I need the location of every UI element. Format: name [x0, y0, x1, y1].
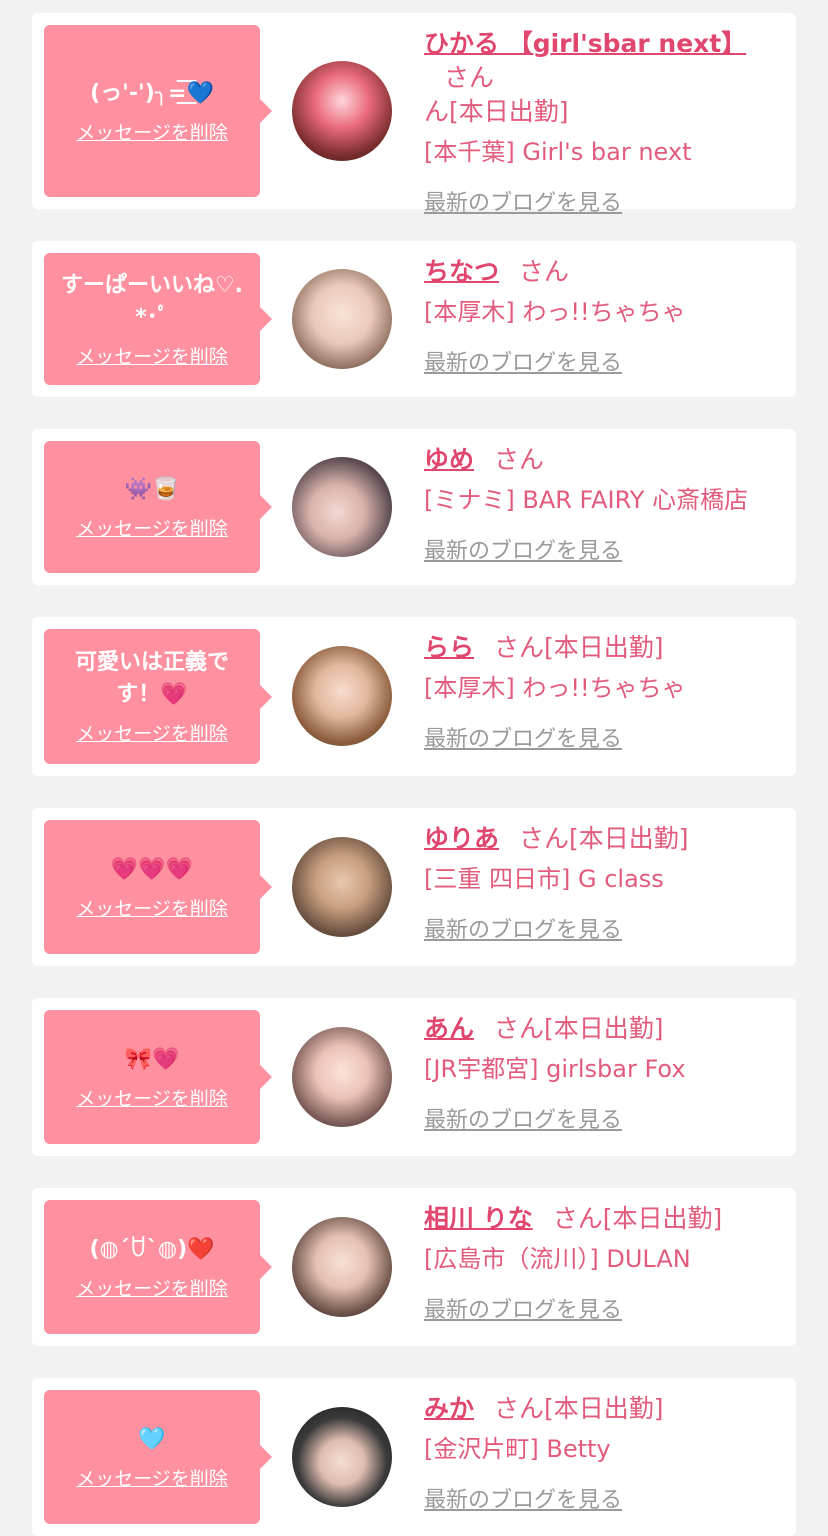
message-text: (◍´ꇴ`◍)❤️ [89, 1236, 215, 1262]
shop-label: [本厚木] わっ!!ちゃちゃ [424, 674, 686, 702]
message-text: 🎀💗 [124, 1046, 180, 1072]
message-text: すーぱーいいね♡.*･ﾟ [60, 272, 244, 330]
avatar[interactable] [292, 269, 392, 369]
cast-info: みか さん[本日出勤] [金沢片町] Betty 最新のブログを見る [424, 1392, 780, 1514]
status-tag: [本日出勤] [602, 1204, 723, 1233]
message-bubble: (◍´ꇴ`◍)❤️ メッセージを削除 [44, 1200, 272, 1334]
message-card: 💗💗💗 メッセージを削除 ゆりあ さん[本日出勤] [三重 四日市] G clas… [32, 808, 796, 966]
message-card: すーぱーいいね♡.*･ﾟ メッセージを削除 ちなつ さん [本厚木] わっ!!ちゃ… [32, 241, 796, 397]
blog-link[interactable]: 最新のブログを見る [424, 912, 622, 944]
shop-label: [金沢片町] Betty [424, 1435, 611, 1463]
shop-label: [三重 四日市] G class [424, 865, 664, 893]
name-line: ゆめ さん [424, 443, 780, 477]
delete-message-link[interactable]: メッセージを削除 [76, 1274, 228, 1301]
name-line: ひかる 【girl'sbar next】さん ん[本日出勤] [424, 27, 780, 129]
status-tag: [本日出勤] [544, 1394, 664, 1423]
avatar[interactable] [292, 1407, 392, 1507]
cast-name-link[interactable]: ひかる 【girl'sbar next】 [424, 29, 746, 58]
honorific: さん [444, 63, 495, 92]
shop-label: [ミナミ] BAR FAIRY 心斎橋店 [424, 486, 749, 514]
blog-link[interactable]: 最新のブログを見る [424, 1482, 622, 1514]
cast-info: あん さん[本日出勤] [JR宇都宮] girlsbar Fox 最新のブログを見… [424, 1012, 780, 1134]
message-card: 👾🥃 メッセージを削除 ゆめ さん [ミナミ] BAR FAIRY 心斎橋店 最新… [32, 429, 796, 585]
honorific: さん [552, 1204, 603, 1233]
message-text: 可愛いは正義です！💗 [74, 650, 229, 707]
delete-message-link[interactable]: メッセージを削除 [76, 719, 228, 746]
status-tag: [本日出勤] [569, 824, 689, 853]
blog-link[interactable]: 最新のブログを見る [424, 533, 622, 565]
name-line: あん さん[本日出勤] [424, 1012, 780, 1046]
cast-info: 相川 りな さん[本日出勤] [広島市（流川）] DULAN 最新のブログを見る [424, 1202, 780, 1324]
honorific: さん [494, 1394, 545, 1423]
status-tag: ん[本日出勤] [424, 97, 569, 126]
status-tag: [本日出勤] [544, 633, 664, 662]
avatar[interactable] [292, 646, 392, 746]
honorific: さん [519, 824, 570, 853]
cast-info: らら さん[本日出勤] [本厚木] わっ!!ちゃちゃ 最新のブログを見る [424, 631, 780, 753]
name-line: らら さん[本日出勤] [424, 631, 780, 665]
blog-link[interactable]: 最新のブログを見る [424, 345, 622, 377]
cast-info: ひかる 【girl'sbar next】さん ん[本日出勤] [本千葉] Gir… [424, 27, 780, 217]
shop-label: [広島市（流川）] DULAN [424, 1245, 691, 1273]
honorific: さん [494, 445, 545, 474]
cast-name-link[interactable]: 相川 りな [424, 1204, 533, 1233]
cast-info: ゆめ さん [ミナミ] BAR FAIRY 心斎橋店 最新のブログを見る [424, 443, 780, 565]
delete-message-link[interactable]: メッセージを削除 [76, 1084, 228, 1111]
cast-name-link[interactable]: ゆめ [424, 445, 474, 474]
avatar[interactable] [292, 457, 392, 557]
message-text: (っ'-')╮=͟͟͞͞💙 [90, 80, 214, 106]
cast-name-link[interactable]: らら [424, 633, 474, 662]
cast-name-link[interactable]: みか [424, 1394, 474, 1423]
avatar[interactable] [292, 837, 392, 937]
cast-info: ちなつ さん [本厚木] わっ!!ちゃちゃ 最新のブログを見る [424, 255, 780, 377]
cast-name-link[interactable]: ゆりあ [424, 824, 499, 853]
name-line: 相川 りな さん[本日出勤] [424, 1202, 780, 1236]
message-bubble: 💗💗💗 メッセージを削除 [44, 820, 272, 954]
cast-info: ゆりあ さん[本日出勤] [三重 四日市] G class 最新のブログを見る [424, 822, 780, 944]
blog-link[interactable]: 最新のブログを見る [424, 1102, 622, 1134]
avatar[interactable] [292, 61, 392, 161]
message-card: 🎀💗 メッセージを削除 あん さん[本日出勤] [JR宇都宮] girlsbar … [32, 998, 796, 1156]
blog-link[interactable]: 最新のブログを見る [424, 721, 622, 753]
honorific: さん [494, 633, 545, 662]
name-line: ちなつ さん [424, 255, 780, 289]
shop-label: [JR宇都宮] girlsbar Fox [424, 1055, 686, 1083]
message-bubble: 可愛いは正義です！💗 メッセージを削除 [44, 629, 272, 764]
message-card: (◍´ꇴ`◍)❤️ メッセージを削除 相川 りな さん[本日出勤] [広島市（流川… [32, 1188, 796, 1346]
delete-message-link[interactable]: メッセージを削除 [76, 894, 228, 921]
blog-link[interactable]: 最新のブログを見る [424, 1292, 622, 1324]
message-bubble: 🩵 メッセージを削除 [44, 1390, 272, 1524]
delete-message-link[interactable]: メッセージを削除 [76, 118, 228, 145]
message-card: 可愛いは正義です！💗 メッセージを削除 らら さん[本日出勤] [本厚木] わっ!… [32, 617, 796, 776]
delete-message-link[interactable]: メッセージを削除 [76, 342, 228, 369]
message-bubble: 👾🥃 メッセージを削除 [44, 441, 272, 573]
shop-label: [本千葉] Girl's bar next [424, 138, 692, 166]
delete-message-link[interactable]: メッセージを削除 [76, 1464, 228, 1491]
blog-link[interactable]: 最新のブログを見る [424, 185, 622, 217]
message-text: 💗💗💗 [110, 856, 194, 882]
avatar[interactable] [292, 1217, 392, 1317]
shop-label: [本厚木] わっ!!ちゃちゃ [424, 298, 686, 326]
delete-message-link[interactable]: メッセージを削除 [76, 514, 228, 541]
name-line: みか さん[本日出勤] [424, 1392, 780, 1426]
message-text: 🩵 [138, 1426, 166, 1452]
avatar[interactable] [292, 1027, 392, 1127]
message-card: 🩵 メッセージを削除 みか さん[本日出勤] [金沢片町] Betty 最新のブロ… [32, 1378, 796, 1536]
message-text: 👾🥃 [124, 476, 180, 502]
cast-name-link[interactable]: ちなつ [424, 257, 499, 286]
name-line: ゆりあ さん[本日出勤] [424, 822, 780, 856]
message-bubble: 🎀💗 メッセージを削除 [44, 1010, 272, 1144]
cast-name-link[interactable]: あん [424, 1014, 474, 1043]
message-card: (っ'-')╮=͟͟͞͞💙 メッセージを削除 ひかる 【girl'sbar ne… [32, 13, 796, 216]
status-tag: [本日出勤] [544, 1014, 664, 1043]
honorific: さん [494, 1014, 545, 1043]
honorific: さん [519, 257, 570, 286]
message-bubble: (っ'-')╮=͟͟͞͞💙 メッセージを削除 [44, 25, 272, 197]
message-list: (っ'-')╮=͟͟͞͞💙 メッセージを削除 ひかる 【girl'sbar ne… [0, 0, 828, 1536]
message-bubble: すーぱーいいね♡.*･ﾟ メッセージを削除 [44, 253, 272, 385]
